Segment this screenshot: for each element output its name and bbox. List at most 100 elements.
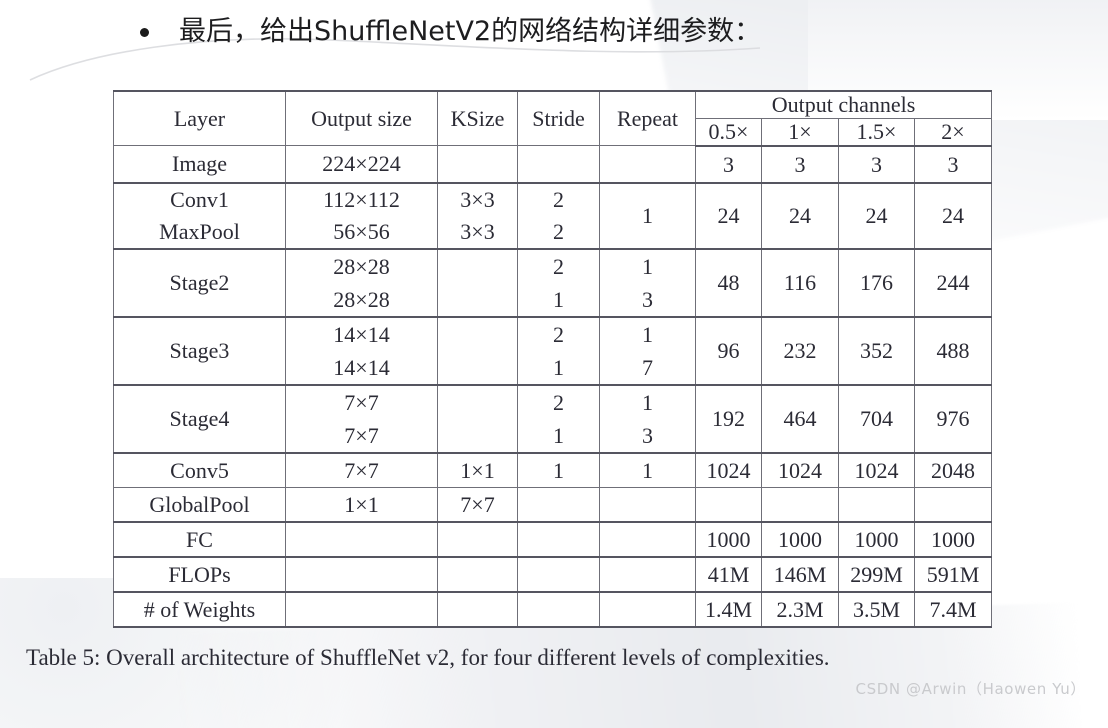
- cell-layer-weights: # of Weights: [113, 591, 286, 629]
- cell-ch15-stage3: 352: [838, 316, 915, 387]
- header-output-size: Output size: [285, 90, 438, 147]
- header-layer: Layer: [113, 90, 286, 147]
- cell-layer-stage2: Stage2: [113, 248, 286, 319]
- table-row: FC 1000 1000 1000 1000: [113, 521, 993, 559]
- cell-ch2-stage2: 244: [913, 248, 993, 319]
- table-row: Conv1 112×112 3×3 2 1 24 24 24 24: [113, 182, 993, 251]
- cell-stride-conv5: 1: [517, 452, 600, 489]
- cell-ch05-weights: 1.4M: [695, 591, 762, 629]
- cell-ksize-fc: [437, 521, 518, 559]
- cell-ch15-weights: 3.5M: [838, 591, 915, 629]
- cell-stride-stage3-a: 2: [517, 316, 600, 352]
- cell-ch05-globalpool: [695, 487, 762, 524]
- cell-outsize-stage4-b: 7×7: [285, 419, 438, 455]
- cell-ch2-weights: 7.4M: [913, 591, 993, 629]
- cell-repeat-stage2-a: 1: [599, 248, 696, 284]
- cell-repeat-stage3-a: 1: [599, 316, 696, 352]
- cell-stride-maxpool: 2: [517, 216, 600, 251]
- cell-repeat-weights: [599, 591, 696, 629]
- header-output-channels: Output channels: [694, 89, 993, 119]
- table-row: # of Weights 1.4M 2.3M 3.5M 7.4M: [113, 591, 993, 629]
- cell-stride-weights: [517, 591, 600, 629]
- cell-layer-image: Image: [113, 145, 286, 185]
- cell-ksize-weights: [437, 591, 518, 629]
- cell-stride-stage2-b: 1: [517, 283, 600, 319]
- cell-layer-globalpool: GlobalPool: [113, 487, 286, 524]
- cell-ch2-stage3: 488: [913, 316, 993, 387]
- cell-ch1-image: 3: [761, 145, 839, 185]
- cell-stride-globalpool: [517, 487, 600, 524]
- header-channel-0.5x: 0.5×: [695, 117, 762, 147]
- cell-ch1-weights: 2.3M: [761, 591, 839, 629]
- cell-ch15-stage4: 704: [838, 384, 915, 455]
- cell-outsize-conv5: 7×7: [285, 452, 438, 489]
- cell-repeat-fc: [599, 521, 696, 559]
- architecture-table-container: Layer Output size KSize Stride Repeat Ou…: [113, 89, 993, 629]
- cell-outsize-stage4-a: 7×7: [285, 384, 438, 420]
- cell-outsize-weights: [285, 591, 438, 629]
- header-channel-1.5x: 1.5×: [838, 117, 915, 147]
- table-row: GlobalPool 1×1 7×7: [113, 487, 993, 524]
- cell-layer-conv5: Conv5: [113, 452, 286, 489]
- cell-repeat-flops: [599, 556, 696, 594]
- cell-ch15-flops: 299M: [838, 556, 915, 594]
- slide-canvas: 最后，给出ShuffleNetV2的网络结构详细参数： Layer Output…: [0, 0, 1108, 728]
- cell-stride-stage3-b: 1: [517, 351, 600, 387]
- header-repeat: Repeat: [599, 90, 696, 147]
- cell-outsize-stage2-b: 28×28: [285, 283, 438, 319]
- cell-stride-stage4-b: 1: [517, 419, 600, 455]
- cell-ch05-stage3: 96: [695, 316, 762, 387]
- cell-ksize-stage2: [437, 248, 518, 319]
- cell-ch1-conv1: 24: [761, 182, 839, 251]
- cell-layer-stage4: Stage4: [113, 384, 286, 455]
- cell-repeat-stage2-b: 3: [599, 283, 696, 319]
- slide-title-row: 最后，给出ShuffleNetV2的网络结构详细参数：: [140, 16, 761, 48]
- cell-ch15-globalpool: [838, 487, 915, 524]
- cell-stride-flops: [517, 556, 600, 594]
- cell-stride-stage2-a: 2: [517, 248, 600, 284]
- cell-ch05-conv1: 24: [695, 182, 762, 251]
- cell-ch05-conv5: 1024: [695, 452, 762, 489]
- cell-ch2-stage4: 976: [913, 384, 993, 455]
- cell-ch2-globalpool: [913, 487, 993, 524]
- cell-ch15-image: 3: [838, 145, 915, 185]
- cell-outsize-maxpool: 56×56: [285, 216, 438, 251]
- cell-layer-maxpool: MaxPool: [113, 216, 286, 251]
- page-title: 最后，给出ShuffleNetV2的网络结构详细参数：: [179, 16, 762, 47]
- table-caption: Table 5: Overall architecture of Shuffle…: [26, 645, 830, 670]
- cell-ch1-flops: 146M: [761, 556, 839, 594]
- cell-ch2-flops: 591M: [913, 556, 993, 594]
- table-header-row-main: Layer Output size KSize Stride Repeat Ou…: [113, 89, 993, 147]
- cell-ch15-fc: 1000: [838, 521, 915, 559]
- cell-ksize-conv5: 1×1: [437, 452, 518, 489]
- cell-repeat-stage4-b: 3: [599, 419, 696, 455]
- cell-outsize-stage2-a: 28×28: [285, 248, 438, 284]
- cell-repeat-image: [599, 145, 696, 185]
- cell-ch1-fc: 1000: [761, 521, 839, 559]
- header-channel-1x: 1×: [761, 117, 839, 147]
- cell-ch15-conv1: 24: [838, 182, 915, 251]
- cell-ch05-fc: 1000: [695, 521, 762, 559]
- cell-ch2-conv5: 2048: [913, 452, 993, 489]
- cell-ksize-maxpool: 3×3: [437, 216, 518, 251]
- cell-ch2-image: 3: [913, 145, 993, 185]
- cell-ch1-stage2: 116: [761, 248, 839, 319]
- cell-ch1-conv5: 1024: [761, 452, 839, 489]
- table-row: Stage2 28×28 2 1 48 116 176 244: [113, 248, 993, 319]
- cell-outsize-conv1: 112×112: [285, 182, 438, 217]
- cell-layer-flops: FLOPs: [113, 556, 286, 594]
- cell-layer-conv1: Conv1: [113, 182, 286, 217]
- cell-ch05-flops: 41M: [695, 556, 762, 594]
- cell-ch05-image: 3: [695, 145, 762, 185]
- cell-stride-conv1: 2: [517, 182, 600, 217]
- cell-ch2-conv1: 24: [913, 182, 993, 251]
- cell-outsize-flops: [285, 556, 438, 594]
- header-stride: Stride: [517, 90, 600, 147]
- cell-repeat-globalpool: [599, 487, 696, 524]
- cell-stride-stage4-a: 2: [517, 384, 600, 420]
- cell-stride-image: [517, 145, 600, 185]
- cell-ch05-stage4: 192: [695, 384, 762, 455]
- cell-ch1-stage4: 464: [761, 384, 839, 455]
- cell-ksize-globalpool: 7×7: [437, 487, 518, 524]
- cell-outsize-fc: [285, 521, 438, 559]
